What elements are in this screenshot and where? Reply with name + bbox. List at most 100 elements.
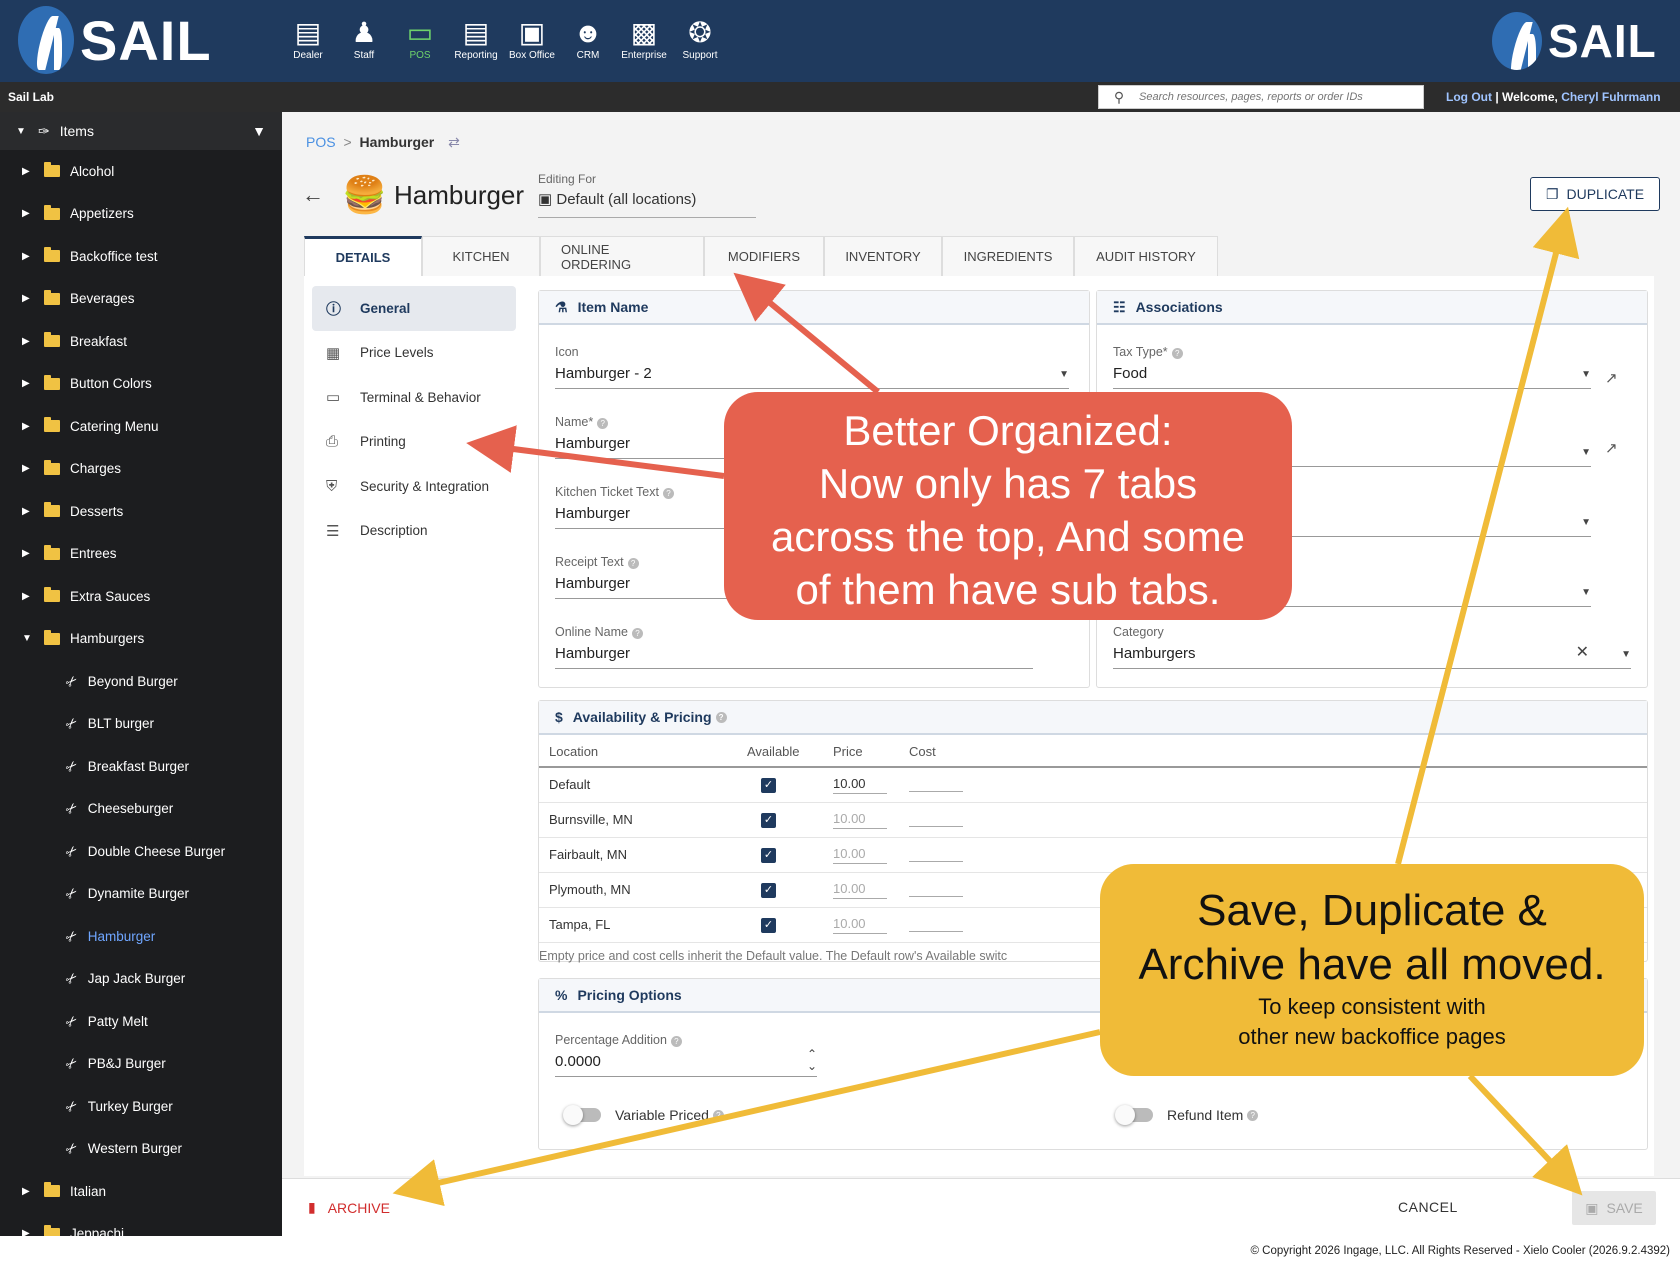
available-checkbox[interactable]: ✓ — [761, 848, 776, 863]
filter-icon[interactable]: ▼ — [252, 123, 266, 139]
global-search[interactable]: ⚲ — [1098, 85, 1424, 109]
subnav-security-integration[interactable]: ⛨ Security & Integration — [312, 464, 516, 509]
variable-priced-toggle[interactable]: Variable Priced? — [563, 1105, 724, 1125]
cost-input[interactable] — [909, 809, 963, 827]
caret-right-icon[interactable]: ▶ — [22, 166, 34, 177]
caret-right-icon[interactable]: ▶ — [22, 378, 34, 389]
tree-item[interactable]: ✂ Beyond Burger — [0, 660, 282, 703]
logout-link[interactable]: Log Out — [1446, 90, 1492, 104]
caret-right-icon[interactable]: ▶ — [22, 293, 34, 304]
search-input[interactable] — [1139, 91, 1419, 103]
caret-right-icon[interactable]: ▶ — [22, 463, 34, 474]
tree-folder[interactable]: ▶ Backoffice test — [0, 235, 282, 278]
tab-details[interactable]: DETAILS — [304, 236, 422, 276]
module-pos[interactable]: ▭ POS — [392, 16, 448, 61]
tree-folder[interactable]: ▶ Charges — [0, 448, 282, 491]
caret-right-icon[interactable]: ▶ — [22, 421, 34, 432]
online-name-input[interactable]: Hamburger — [555, 645, 1033, 669]
online-name-field[interactable]: Online Name? Hamburger — [555, 625, 1033, 675]
tree-folder[interactable]: ▼ Hamburgers — [0, 618, 282, 661]
sail-logo[interactable]: SAIL — [18, 6, 212, 74]
tab-kitchen[interactable]: KITCHEN — [422, 236, 540, 276]
cost-input[interactable] — [909, 914, 963, 932]
tree-item[interactable]: ✂ Hamburger — [0, 915, 282, 958]
tax-type-select[interactable]: Food ▼ — [1113, 365, 1591, 389]
module-reporting[interactable]: ▤ Reporting — [448, 16, 504, 61]
subnav-price-levels[interactable]: ▦ Price Levels — [312, 331, 516, 376]
tree-folder[interactable]: ▶ Alcohol — [0, 150, 282, 193]
tree-folder[interactable]: ▶ Entrees — [0, 533, 282, 576]
module-crm[interactable]: ☻ CRM — [560, 16, 616, 61]
caret-right-icon[interactable]: ▶ — [22, 336, 34, 347]
available-checkbox[interactable]: ✓ — [761, 778, 776, 794]
caret-right-icon[interactable]: ▶ — [22, 548, 34, 559]
category-field[interactable]: Category Hamburgers ✕ ▼ — [1113, 625, 1631, 675]
tree-item[interactable]: ✂ Dynamite Burger — [0, 873, 282, 916]
tax-type-field[interactable]: Tax Type*? Food ▼ — [1113, 345, 1591, 395]
editing-for-select[interactable]: Editing For ▣ Default (all locations) — [538, 172, 756, 218]
archive-button[interactable]: ▮ ARCHIVE — [308, 1199, 390, 1216]
caret-right-icon[interactable]: ▶ — [22, 1186, 34, 1197]
swap-icon[interactable]: ⇄ — [448, 134, 460, 150]
available-checkbox[interactable]: ✓ — [761, 918, 776, 933]
module-dealer[interactable]: ▤ Dealer — [280, 16, 336, 61]
duplicate-button[interactable]: ❐ DUPLICATE — [1530, 177, 1660, 211]
tree-item[interactable]: ✂ Double Cheese Burger — [0, 830, 282, 873]
price-input[interactable]: 10.00 — [833, 811, 887, 829]
tree-folder[interactable]: ▶ Breakfast — [0, 320, 282, 363]
tree-item[interactable]: ✂ Breakfast Burger — [0, 745, 282, 788]
tree-folder[interactable]: ▶ Italian — [0, 1170, 282, 1213]
cancel-button[interactable]: CANCEL — [1398, 1199, 1458, 1215]
tree-root[interactable]: ▼ ✑ Items ▼ — [0, 112, 282, 150]
subnav-description[interactable]: ☰ Description — [312, 509, 516, 554]
caret-right-icon[interactable]: ▶ — [22, 1228, 34, 1236]
breadcrumb-pos-link[interactable]: POS — [306, 134, 336, 150]
module-box-office[interactable]: ▣ Box Office — [504, 16, 560, 61]
subnav-terminal-behavior[interactable]: ▭ Terminal & Behavior — [312, 375, 516, 420]
tree-item[interactable]: ✂ PB&J Burger — [0, 1043, 282, 1086]
percentage-addition-field[interactable]: Percentage Addition? 0.0000 ⌃ ⌄ — [555, 1033, 817, 1083]
tree-folder[interactable]: ▶ Extra Sauces — [0, 575, 282, 618]
external-link-icon[interactable]: ↗ — [1605, 439, 1618, 457]
tree-item[interactable]: ✂ Western Burger — [0, 1128, 282, 1171]
icon-field[interactable]: Icon Hamburger - 2 ▼ — [555, 345, 1069, 395]
cost-input[interactable] — [909, 844, 963, 862]
clear-icon[interactable]: ✕ — [1576, 642, 1589, 662]
tab-audit-history[interactable]: AUDIT HISTORY — [1074, 236, 1218, 276]
caret-down-icon[interactable]: ▼ — [22, 633, 34, 644]
user-name-link[interactable]: Cheryl Fuhrmann — [1561, 90, 1660, 104]
tree-item[interactable]: ✂ Jap Jack Burger — [0, 958, 282, 1001]
available-checkbox[interactable]: ✓ — [761, 813, 776, 828]
tree-folder[interactable]: ▶ Appetizers — [0, 193, 282, 236]
price-input[interactable]: 10.00 — [833, 846, 887, 864]
module-support[interactable]: ❂ Support — [672, 16, 728, 61]
variable-priced-switch[interactable] — [563, 1105, 601, 1125]
stepper-icon[interactable]: ⌃ ⌄ — [807, 1048, 817, 1072]
price-input[interactable]: 10.00 — [833, 881, 887, 899]
caret-right-icon[interactable]: ▶ — [22, 591, 34, 602]
cost-input[interactable] — [909, 879, 963, 897]
subnav-general[interactable]: ⓘ General — [312, 286, 516, 331]
percentage-addition-input[interactable]: 0.0000 ⌃ ⌄ — [555, 1048, 817, 1077]
cost-input[interactable] — [909, 774, 963, 793]
icon-select[interactable]: Hamburger - 2 ▼ — [555, 365, 1069, 389]
tree-folder[interactable]: ▶ Desserts — [0, 490, 282, 533]
tree-folder[interactable]: ▶ Beverages — [0, 278, 282, 321]
price-input[interactable]: 10.00 — [833, 776, 887, 794]
category-select[interactable]: Hamburgers ✕ ▼ — [1113, 642, 1631, 669]
tree-item[interactable]: ✂ BLT burger — [0, 703, 282, 746]
subnav-printing[interactable]: ⎙ Printing — [312, 420, 516, 465]
tree-folder[interactable]: ▶ Jeppachi — [0, 1213, 282, 1236]
tab-online-ordering[interactable]: ONLINE ORDERING — [540, 236, 704, 276]
caret-right-icon[interactable]: ▶ — [22, 208, 34, 219]
tree-item[interactable]: ✂ Turkey Burger — [0, 1085, 282, 1128]
caret-right-icon[interactable]: ▶ — [22, 506, 34, 517]
external-link-icon[interactable]: ↗ — [1605, 369, 1618, 387]
refund-item-switch[interactable] — [1115, 1105, 1153, 1125]
tree-item[interactable]: ✂ Patty Melt — [0, 1000, 282, 1043]
tab-inventory[interactable]: INVENTORY — [824, 236, 942, 276]
module-staff[interactable]: ♟ Staff — [336, 16, 392, 61]
save-button[interactable]: ▣ SAVE — [1572, 1191, 1656, 1225]
tree-folder[interactable]: ▶ Catering Menu — [0, 405, 282, 448]
refund-item-toggle[interactable]: Refund Item? — [1115, 1105, 1259, 1125]
